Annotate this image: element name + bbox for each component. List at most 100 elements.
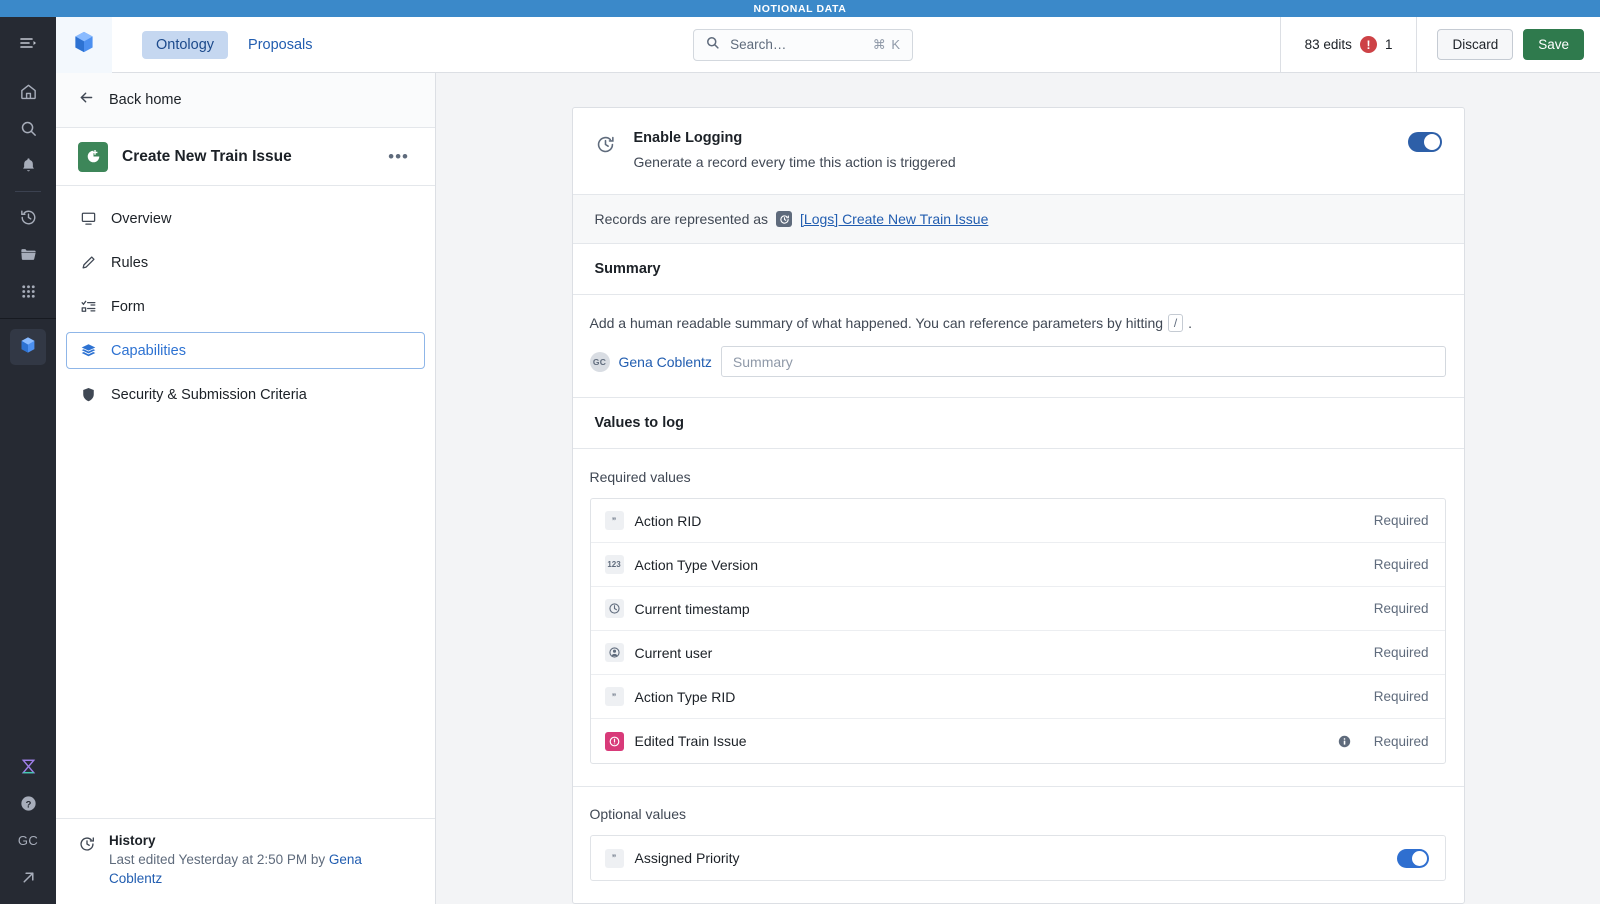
table-row[interactable]: 123 Action Type Version Required	[590, 543, 1445, 587]
optional-values-section: Optional values ” Assigned Priority	[589, 787, 1446, 881]
sidebar-item-label: Rules	[111, 254, 149, 271]
optional-values-label: Optional values	[589, 806, 687, 822]
status-badge: Required	[1373, 513, 1429, 528]
tab-ontology[interactable]: Ontology	[142, 30, 229, 59]
form-checklist-icon	[79, 298, 97, 315]
string-type-icon: ”	[604, 848, 624, 868]
required-values-label: Required values	[589, 469, 691, 485]
table-row[interactable]: ” Action Type RID Required	[590, 675, 1445, 719]
records-representation-row: Records are represented as [Logs] Create…	[572, 195, 1464, 244]
optional-value-toggle[interactable]	[1396, 848, 1429, 868]
shield-icon	[79, 386, 97, 403]
rail-item-history[interactable]	[0, 199, 56, 236]
entity-sidebar: Back home Create New Train Issue ••• Ove…	[56, 73, 436, 904]
error-count-label: 1	[1384, 37, 1393, 52]
save-button[interactable]: Save	[1523, 29, 1584, 60]
tab-ontology-label: Ontology	[156, 36, 215, 53]
rail-divider	[15, 191, 41, 192]
sidebar-item-form[interactable]: Form	[66, 288, 425, 325]
table-row[interactable]: ” Assigned Priority	[591, 836, 1445, 880]
sidebar-item-rules[interactable]: Rules	[66, 244, 425, 281]
rail-item-external-link[interactable]	[0, 859, 56, 896]
history-icon	[78, 832, 96, 858]
table-row[interactable]: Current user Required	[590, 631, 1445, 675]
back-home-button[interactable]: Back home	[56, 73, 435, 128]
rail-item-notifications[interactable]	[0, 147, 56, 184]
overflow-menu-button[interactable]: •••	[384, 148, 413, 165]
sidebar-item-capabilities[interactable]: Capabilities	[66, 332, 425, 369]
ontology-cube-icon	[18, 335, 38, 360]
rail-item-apps[interactable]	[0, 273, 56, 310]
enable-logging-toggle[interactable]	[1407, 132, 1442, 152]
edits-status[interactable]: 83 edits ! 1	[1279, 16, 1417, 73]
records-object-link[interactable]: [Logs] Create New Train Issue	[800, 211, 988, 227]
sidebar-item-security[interactable]: Security & Submission Criteria	[66, 376, 425, 413]
header-tabs: Ontology Proposals	[112, 30, 327, 59]
rail-item-hourglass[interactable]	[0, 748, 56, 785]
string-type-icon: ”	[604, 687, 624, 706]
enable-logging-title: Enable Logging	[633, 130, 743, 146]
table-row[interactable]: Current timestamp Required	[590, 587, 1445, 631]
history-footer[interactable]: History Last edited Yesterday at 2:50 PM…	[56, 818, 435, 904]
svg-text:?: ?	[25, 799, 31, 810]
search-icon	[705, 35, 720, 55]
search-input[interactable]: Search… ⌘ K	[693, 28, 914, 61]
table-row[interactable]: Edited Train Issue Required	[591, 719, 1445, 763]
discard-button[interactable]: Discard	[1437, 29, 1514, 60]
summary-input-row: GC Gena Coblentz	[589, 346, 1446, 377]
rail-item-help[interactable]: ?	[0, 785, 56, 822]
status-badge: Required	[1373, 645, 1429, 660]
entity-title-row: Create New Train Issue •••	[56, 128, 435, 186]
summary-user-link[interactable]: Gena Coblentz	[619, 354, 712, 370]
summary-description: Add a human readable summary of what hap…	[590, 314, 1446, 332]
hourglass-icon	[19, 757, 38, 776]
rail-item-folder[interactable]	[0, 236, 56, 273]
rail-item-ontology[interactable]	[10, 329, 46, 365]
history-icon	[19, 208, 38, 227]
object-type-icon	[604, 731, 624, 751]
history-subtitle: Last edited Yesterday at 2:50 PM by Gena…	[109, 850, 413, 888]
value-name: Current user	[634, 644, 713, 661]
global-nav-rail: ? GC	[0, 17, 56, 904]
enable-logging-text: Enable Logging Generate a record every t…	[634, 130, 1390, 170]
error-badge-icon: !	[1359, 36, 1377, 53]
rail-item-search[interactable]	[0, 110, 56, 147]
capabilities-card: Enable Logging Generate a record every t…	[571, 107, 1465, 904]
header-logo-button[interactable]	[56, 16, 112, 73]
tab-proposals-label: Proposals	[248, 36, 313, 53]
enable-logging-subtitle: Generate a record every time this action…	[633, 154, 956, 170]
arrow-left-icon	[78, 89, 95, 111]
app-header: Ontology Proposals Search… ⌘ K 83 edits …	[56, 16, 1600, 73]
history-title: History	[109, 833, 156, 848]
sidebar-toggle-button[interactable]	[0, 17, 56, 73]
table-row[interactable]: ” Action RID Required	[590, 499, 1445, 543]
tab-proposals[interactable]: Proposals	[234, 31, 326, 59]
ontology-cube-logo-icon	[71, 29, 97, 60]
info-icon[interactable]	[1337, 734, 1352, 749]
status-badge: Required	[1373, 733, 1429, 749]
summary-input[interactable]	[720, 346, 1446, 377]
rail-item-user[interactable]: GC	[0, 822, 56, 859]
timestamp-type-icon	[604, 599, 624, 618]
entity-nav-list: Overview Rules Form Capabilities Securit…	[56, 186, 435, 818]
app-body: ? GC Ontology Proposals Search… ⌘ K 83 e…	[0, 16, 1600, 904]
notional-data-banner: NOTIONAL DATA	[0, 0, 1600, 17]
user-type-icon	[604, 643, 624, 662]
toggle-knob	[1423, 134, 1440, 150]
summary-description-before: Add a human readable summary of what hap…	[589, 315, 1164, 331]
page-title: Create New Train Issue	[122, 147, 292, 165]
log-object-icon	[776, 211, 793, 227]
sidebar-item-label: Capabilities	[111, 342, 186, 359]
apps-grid-icon	[19, 282, 38, 301]
history-text: History Last edited Yesterday at 2:50 PM…	[109, 832, 413, 888]
rail-item-home[interactable]	[0, 73, 56, 110]
save-button-label: Save	[1538, 37, 1569, 52]
status-badge: Required	[1373, 557, 1429, 572]
discard-button-label: Discard	[1452, 37, 1499, 52]
value-name: Action Type Version	[634, 556, 758, 573]
sidebar-item-overview[interactable]: Overview	[66, 200, 425, 237]
number-type-icon: 123	[604, 555, 624, 574]
monitor-icon	[79, 210, 97, 227]
back-home-label: Back home	[109, 92, 182, 108]
summary-heading: Summary	[572, 244, 1464, 295]
